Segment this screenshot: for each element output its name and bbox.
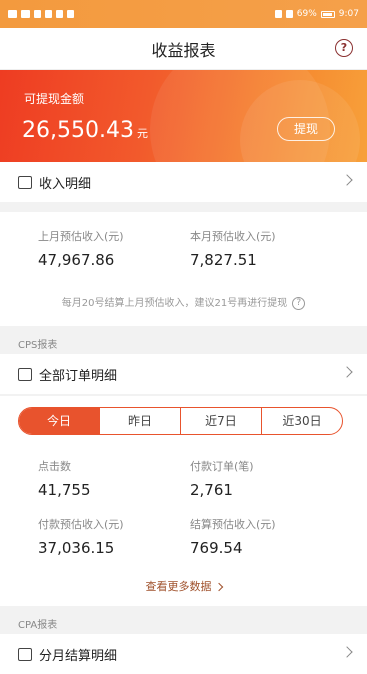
withdrawable-label: 可提现金额 [24,92,85,106]
paid-income-label: 付款预估收入(元) [38,518,124,531]
paid-income-stat: 付款预估收入(元) 37,036.15 [38,516,124,557]
status-bar: 69% 9:07 [0,0,367,28]
income-detail-row[interactable]: 收入明细 [0,162,367,202]
notification-icon [45,10,52,18]
monthly-settlement-label: 分月结算明细 [39,648,118,664]
date-range-tabs: 今日 昨日 近7日 近30日 [18,407,343,435]
status-time: 9:07 [338,9,359,19]
paid-orders-stat: 付款订单(笔) 2,761 [190,458,254,499]
this-month-label: 本月预估收入(元) [190,230,276,243]
amount-unit: 元 [136,127,148,140]
chevron-right-icon [341,174,353,186]
this-month-value: 7,827.51 [190,251,257,269]
cps-section-label: CPS报表 [18,340,58,351]
withdraw-button[interactable]: 提现 [277,117,335,141]
withdrawable-amount: 26,550.43 元 [22,118,148,143]
chevron-right-icon [214,582,223,592]
settlement-note: 每月20号结算上月预估收入，建议21号再进行提现? [0,294,367,310]
nav-bar: 收益报表 ? [0,28,367,70]
view-more-link[interactable]: 查看更多数据 [0,578,367,594]
view-more-label: 查看更多数据 [145,580,212,593]
all-orders-row[interactable]: 全部订单明细 [0,354,367,394]
calendar-icon [18,647,32,661]
signal-icon [21,10,30,18]
notification-icon [67,10,74,18]
monthly-settlement-row[interactable]: 分月结算明细 [0,634,367,674]
amount-value: 26,550.43 [22,118,134,143]
tab-last-30-days[interactable]: 近30日 [261,408,342,434]
clicks-label: 点击数 [38,460,71,473]
notification-icon [34,10,41,18]
battery-icon [320,10,335,18]
all-orders-label: 全部订单明细 [39,368,118,384]
settled-income-label: 结算预估收入(元) [190,518,276,531]
income-detail-label: 收入明细 [39,176,92,192]
tab-yesterday[interactable]: 昨日 [99,408,180,434]
alarm-icon [274,10,282,18]
paid-income-value: 37,036.15 [38,539,115,557]
withdrawable-banner: 可提现金额 26,550.43 元 提现 [0,70,367,162]
settled-income-stat: 结算预估收入(元) 769.54 [190,516,276,557]
tab-last-7-days[interactable]: 近7日 [180,408,261,434]
question-icon[interactable]: ? [292,296,306,310]
clicks-stat: 点击数 41,755 [38,458,91,499]
last-month-value: 47,967.86 [38,251,115,269]
notification-icon [56,10,63,18]
paid-orders-value: 2,761 [190,481,233,499]
page-title: 收益报表 [151,40,216,60]
chevron-right-icon [341,646,353,658]
last-month-label: 上月预估收入(元) [38,230,124,243]
chevron-right-icon [341,366,353,378]
income-summary-card: 上月预估收入(元) 47,967.86 本月预估收入(元) 7,827.51 每… [0,212,367,326]
battery-percent: 69% [296,9,317,19]
cpa-section-label: CPA报表 [18,620,58,631]
bluetooth-icon [285,10,293,18]
last-month-stat: 上月预估收入(元) 47,967.86 [38,228,124,269]
clicks-value: 41,755 [38,481,91,499]
paid-orders-label: 付款订单(笔) [190,460,254,473]
tab-today[interactable]: 今日 [19,408,99,434]
edit-list-icon [18,367,32,381]
settlement-note-text: 每月20号结算上月预估收入，建议21号再进行提现 [61,298,288,309]
signal-icon [8,10,17,18]
this-month-stat: 本月预估收入(元) 7,827.51 [190,228,276,269]
wallet-icon [18,175,32,189]
settled-income-value: 769.54 [190,539,243,557]
help-icon[interactable]: ? [335,39,353,57]
